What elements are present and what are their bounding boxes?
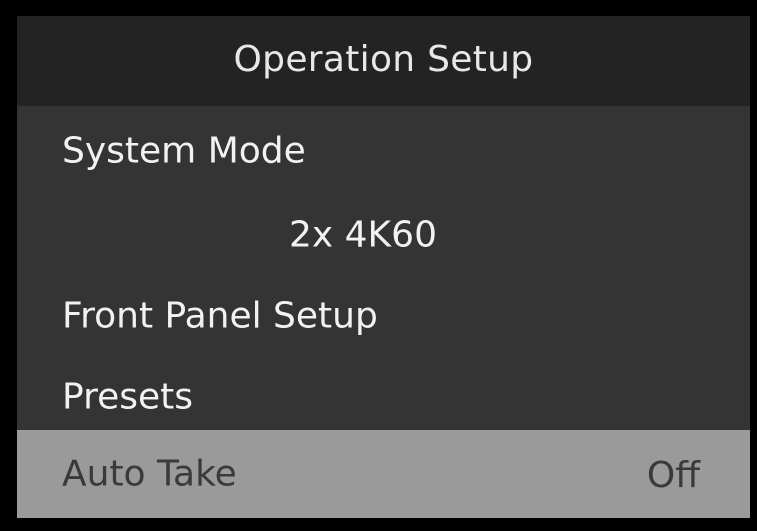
auto-take-label: Auto Take [62,453,237,495]
menu-item-front-panel-setup[interactable]: Front Panel Setup [17,275,750,357]
menu-item-presets[interactable]: Presets [17,356,750,438]
system-mode-value-row[interactable]: 2x 4K60 [17,194,750,276]
page-title: Operation Setup [233,38,534,80]
menu-item-system-mode[interactable]: System Mode [17,110,750,192]
auto-take-value: Off [646,455,700,497]
title-bar: Operation Setup [17,16,750,106]
presets-label: Presets [62,376,194,418]
system-mode-value: 2x 4K60 [289,214,437,256]
system-mode-label: System Mode [62,130,306,172]
front-panel-setup-label: Front Panel Setup [62,295,378,337]
menu-item-auto-take[interactable]: Auto Take Off [17,430,750,518]
device-display-bezel: Operation Setup System Mode 2x 4K60 Fron… [0,0,757,531]
lcd-screen: Operation Setup System Mode 2x 4K60 Fron… [17,16,750,518]
